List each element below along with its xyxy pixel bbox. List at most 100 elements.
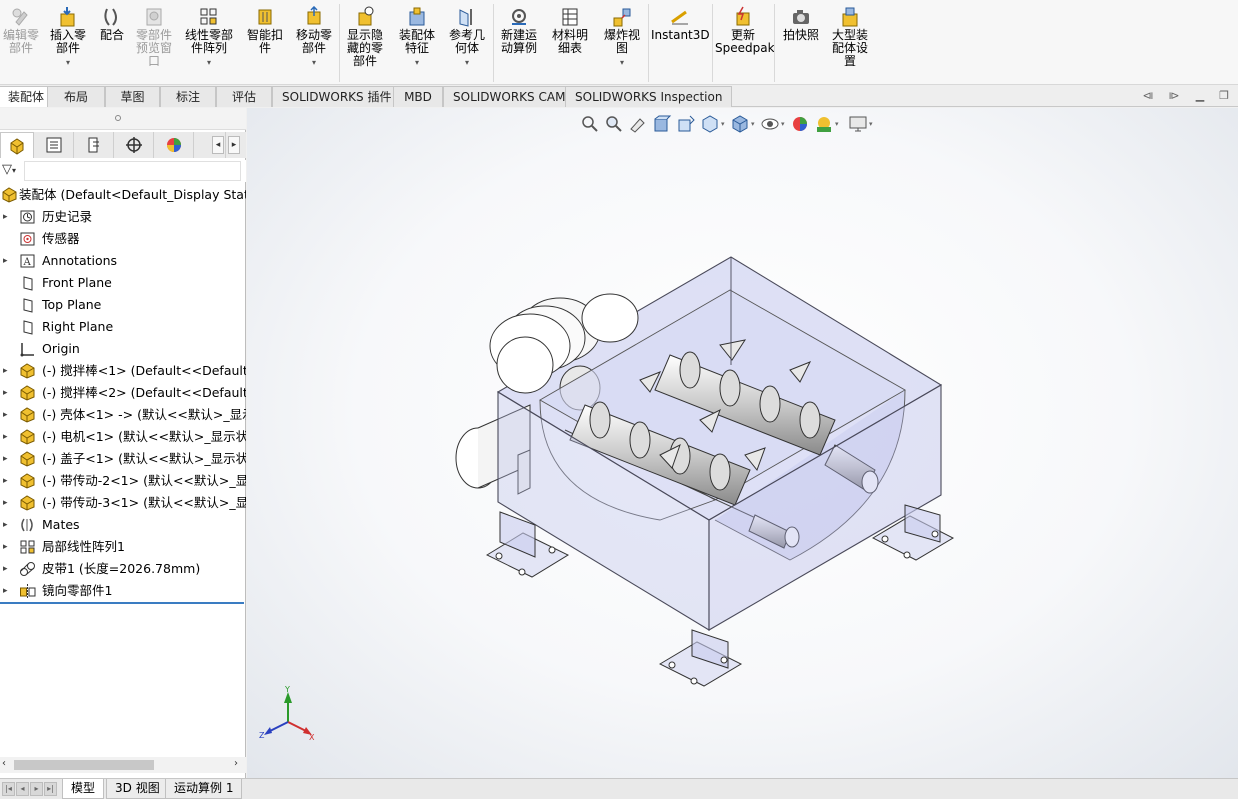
tab-model[interactable]: 模型 bbox=[62, 779, 105, 799]
first-tab-icon[interactable]: |◂ bbox=[2, 782, 15, 796]
propertymanager-tab[interactable] bbox=[34, 132, 74, 158]
edit-component-button[interactable]: 编辑零 部件 bbox=[0, 6, 42, 55]
prev-tab-icon[interactable]: ◂ bbox=[16, 782, 29, 796]
panel-splitter[interactable] bbox=[0, 108, 246, 130]
assembly-model-graphic[interactable]: Y X Z bbox=[247, 108, 1238, 778]
tree-item-item-1[interactable]: 传感器 bbox=[0, 228, 246, 250]
tab-mbd[interactable]: MBD bbox=[393, 86, 443, 107]
tree-item-node-15[interactable]: ▸ 局部线性阵列1 bbox=[0, 536, 246, 558]
scroll-right-icon[interactable]: › bbox=[234, 758, 238, 769]
tree-item-3-1[interactable]: ▸ (-) 带传动-3<1> (默认<<默认>_显示 bbox=[0, 492, 246, 514]
scroll-thumb[interactable] bbox=[14, 760, 154, 770]
tab-markup[interactable]: 标注 bbox=[160, 86, 216, 107]
expand-arrow-icon[interactable]: ▸ bbox=[3, 514, 11, 536]
tree-item-label: (-) 搅拌棒<2> (Default<<Default>_ bbox=[42, 385, 246, 400]
scroll-left-icon[interactable]: ‹ bbox=[2, 758, 6, 769]
tree-item-1-default-default[interactable]: ▸ (-) 搅拌棒<1> (Default<<Default>_ bbox=[0, 360, 246, 382]
motion-study-icon bbox=[512, 9, 526, 25]
expand-arrow-icon[interactable]: ▸ bbox=[3, 206, 11, 228]
component-preview-button[interactable]: 零部件 预览窗 口 bbox=[132, 6, 176, 68]
bill-of-materials-button[interactable]: 材料明 细表 bbox=[547, 6, 593, 55]
tree-item-node-17[interactable]: ▸ 镜向零部件1 bbox=[0, 580, 246, 602]
minimize-icon[interactable]: ▁ bbox=[1192, 88, 1208, 104]
tab-solidworks-addins[interactable]: SOLIDWORKS 插件 bbox=[272, 86, 402, 107]
tab-solidworks-inspection[interactable]: SOLIDWORKS Inspection bbox=[565, 86, 733, 107]
displaymanager-tab[interactable] bbox=[154, 132, 194, 158]
configurationmanager-tab[interactable] bbox=[74, 132, 114, 158]
tab-evaluate[interactable]: 评估 bbox=[216, 86, 272, 107]
tree-item-front-plane[interactable]: Front Plane bbox=[0, 272, 246, 294]
tab-solidworks-cam[interactable]: SOLIDWORKS CAM bbox=[443, 86, 576, 107]
next-tab-icon[interactable]: ▸ bbox=[30, 782, 43, 796]
tree-item-node-9[interactable]: ▸ (-) 壳体<1> -> (默认<<默认>_显示状 bbox=[0, 404, 246, 426]
update-speedpak-button[interactable]: 更新 Speedpak bbox=[715, 6, 775, 55]
tree-item-mates[interactable]: ▸ Mates bbox=[0, 514, 246, 536]
tab-scroll-right-icon[interactable]: ▸ bbox=[228, 136, 240, 154]
tree-item-node-10[interactable]: ▸ (-) 电机<1> (默认<<默认>_显示状态 bbox=[0, 426, 246, 448]
featuremanager-tab[interactable] bbox=[0, 132, 34, 158]
tree-item-2-default-default[interactable]: ▸ (-) 搅拌棒<2> (Default<<Default>_ bbox=[0, 382, 246, 404]
restore-icon[interactable]: ❐ bbox=[1216, 88, 1232, 104]
tab-assembly[interactable]: 装配体 bbox=[0, 86, 55, 107]
expand-arrow-icon[interactable]: ▸ bbox=[3, 470, 11, 492]
expand-arrow-icon[interactable]: ▸ bbox=[3, 558, 11, 580]
expand-arrow-icon[interactable]: ▸ bbox=[3, 492, 11, 514]
chevron-down-icon[interactable]: ▾ bbox=[393, 56, 441, 69]
large-assembly-settings-button[interactable]: 大型装 配体设 置 bbox=[827, 6, 873, 68]
tab-layout[interactable]: 布局 bbox=[47, 86, 105, 107]
insert-component-button[interactable]: 插入零 部件 ▾ bbox=[45, 6, 91, 69]
filter-input[interactable] bbox=[24, 161, 241, 181]
expand-arrow-icon[interactable]: ▸ bbox=[3, 382, 11, 404]
tree-item-node-11[interactable]: ▸ (-) 盖子<1> (默认<<默认>_显示状态 bbox=[0, 448, 246, 470]
tab-3d-views[interactable]: 3D 视图 bbox=[106, 779, 169, 799]
expand-arrow-icon[interactable]: ▸ bbox=[3, 404, 11, 426]
chevron-down-icon[interactable]: ▾ bbox=[180, 56, 238, 69]
chevron-down-icon[interactable]: ▾ bbox=[599, 56, 645, 69]
tab-sketch[interactable]: 草图 bbox=[105, 86, 160, 107]
tree-item-right-plane[interactable]: Right Plane bbox=[0, 316, 246, 338]
instant3d-button[interactable]: Instant3D bbox=[651, 6, 710, 42]
exploded-view-button[interactable]: 爆炸视 图 ▾ bbox=[599, 6, 645, 69]
splitter-handle-icon[interactable] bbox=[115, 115, 121, 121]
last-tab-icon[interactable]: ▸| bbox=[44, 782, 57, 796]
panel-right-icon[interactable]: ⧐ bbox=[1166, 88, 1182, 104]
dimxpert-tab[interactable] bbox=[114, 132, 154, 158]
tree-item-label: (-) 壳体<1> -> (默认<<默认>_显示状 bbox=[42, 407, 246, 422]
tab-scroll-left-icon[interactable]: ◂ bbox=[212, 136, 224, 154]
belt-icon bbox=[20, 562, 35, 576]
expand-arrow-icon[interactable]: ▸ bbox=[3, 426, 11, 448]
tree-rollback-bar[interactable] bbox=[0, 602, 244, 604]
tree-item-item-0[interactable]: ▸ 历史记录 bbox=[0, 206, 246, 228]
panel-left-icon[interactable]: ⧏ bbox=[1140, 88, 1156, 104]
tree-item-2-1[interactable]: ▸ (-) 带传动-2<1> (默认<<默认>_显示 bbox=[0, 470, 246, 492]
chevron-down-icon[interactable]: ▾ bbox=[445, 56, 489, 69]
assembly-feature-button[interactable]: 装配体 特征 ▾ bbox=[393, 6, 441, 69]
smart-fastener-button[interactable]: 智能扣 件 bbox=[243, 6, 287, 55]
tree-item-1-2026-78mm[interactable]: ▸ 皮带1 (长度=2026.78mm) bbox=[0, 558, 246, 580]
expand-arrow-icon[interactable]: ▸ bbox=[3, 536, 11, 558]
mate-button[interactable]: 配合 bbox=[95, 6, 129, 42]
expand-arrow-icon[interactable]: ▸ bbox=[3, 250, 11, 272]
expand-arrow-icon[interactable]: ▸ bbox=[3, 360, 11, 382]
expand-arrow-icon[interactable]: ▸ bbox=[3, 448, 11, 470]
chevron-down-icon[interactable]: ▾ bbox=[45, 56, 91, 69]
tree-horizontal-scrollbar[interactable]: ‹ › bbox=[0, 757, 246, 773]
mates-icon bbox=[21, 518, 33, 532]
tree-item-label: (-) 带传动-2<1> (默认<<默认>_显示 bbox=[42, 473, 246, 488]
reference-geometry-button[interactable]: 参考几 何体 ▾ bbox=[445, 6, 489, 69]
filter-icon[interactable]: ▽▾ bbox=[2, 162, 16, 177]
part-icon bbox=[20, 363, 35, 379]
chevron-down-icon[interactable]: ▾ bbox=[292, 56, 336, 69]
expand-arrow-icon[interactable]: ▸ bbox=[3, 580, 11, 602]
tree-root-assembly[interactable]: 装配体 (Default<Default_Display State- bbox=[0, 184, 246, 206]
new-motion-study-button[interactable]: 新建运 动算例 bbox=[496, 6, 542, 55]
graphics-viewport[interactable]: ▾ ▾ ▾ ▾ ▾ Y X Z bbox=[247, 108, 1238, 778]
tab-motion-study-1[interactable]: 运动算例 1 bbox=[165, 779, 243, 799]
tree-item-origin[interactable]: Origin bbox=[0, 338, 246, 360]
show-hidden-components-button[interactable]: 显示隐 藏的零 部件 bbox=[342, 6, 388, 68]
tree-item-annotations[interactable]: ▸ A Annotations bbox=[0, 250, 246, 272]
tree-item-top-plane[interactable]: Top Plane bbox=[0, 294, 246, 316]
move-component-button[interactable]: 移动零 部件 ▾ bbox=[292, 6, 336, 69]
take-snapshot-button[interactable]: 拍快照 bbox=[778, 6, 824, 42]
linear-pattern-button[interactable]: 线性零部 件阵列 ▾ bbox=[180, 6, 238, 69]
